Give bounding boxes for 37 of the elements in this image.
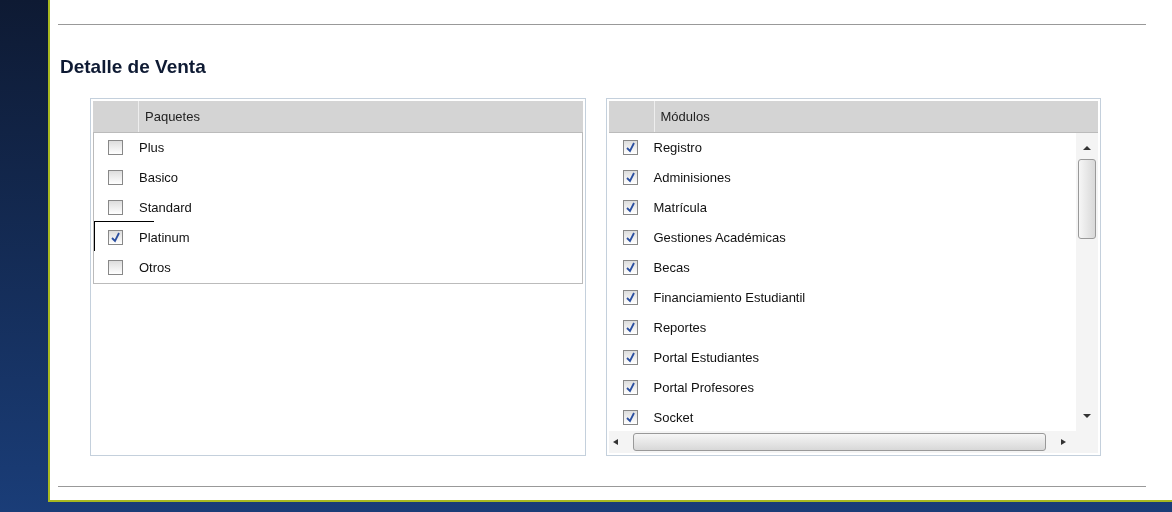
checkbox[interactable] (108, 230, 123, 245)
row-label: Reportes (653, 318, 707, 337)
row-label: Basico (139, 168, 179, 187)
checkbox[interactable] (622, 380, 638, 395)
checkbox[interactable] (108, 170, 123, 185)
row-label: Becas (653, 258, 690, 277)
horizontal-scrollbar[interactable] (608, 430, 1076, 453)
checkbox[interactable] (108, 260, 123, 275)
column-header: Paquetes (144, 107, 201, 126)
row-label: Otros (139, 258, 171, 277)
row-label: Gestiones Académicas (653, 228, 786, 247)
row-label: Financiamiento Estudiantil (653, 288, 806, 307)
checkbox[interactable] (622, 260, 638, 275)
column-header: Módulos (659, 107, 711, 126)
row-label: Portal Estudiantes (653, 348, 759, 367)
row-label: Standard (139, 198, 192, 217)
checkbox[interactable] (108, 140, 123, 155)
row-label: Socket (653, 408, 694, 427)
checkbox[interactable] (622, 410, 638, 425)
row-label: Matrícula (653, 198, 707, 217)
checkbox[interactable] (622, 350, 638, 365)
row-label: Plus (139, 138, 165, 157)
checkbox[interactable] (622, 230, 638, 245)
checkbox[interactable] (622, 140, 638, 155)
checkbox[interactable] (622, 170, 638, 185)
scrollbar-thumb[interactable] (1078, 158, 1096, 239)
row-label: Registro (653, 138, 702, 157)
scrollbar-thumb[interactable] (632, 432, 1046, 451)
checkbox[interactable] (108, 200, 123, 215)
vertical-scrollbar[interactable] (1076, 132, 1098, 453)
section-title: Detalle de Venta (60, 55, 207, 79)
row-label: Portal Profesores (653, 378, 754, 397)
checkbox[interactable] (622, 320, 638, 335)
row-label: Adminisiones (653, 168, 731, 187)
row-label: Platinum (139, 228, 190, 247)
checkbox[interactable] (622, 290, 638, 305)
checkbox[interactable] (622, 200, 638, 215)
